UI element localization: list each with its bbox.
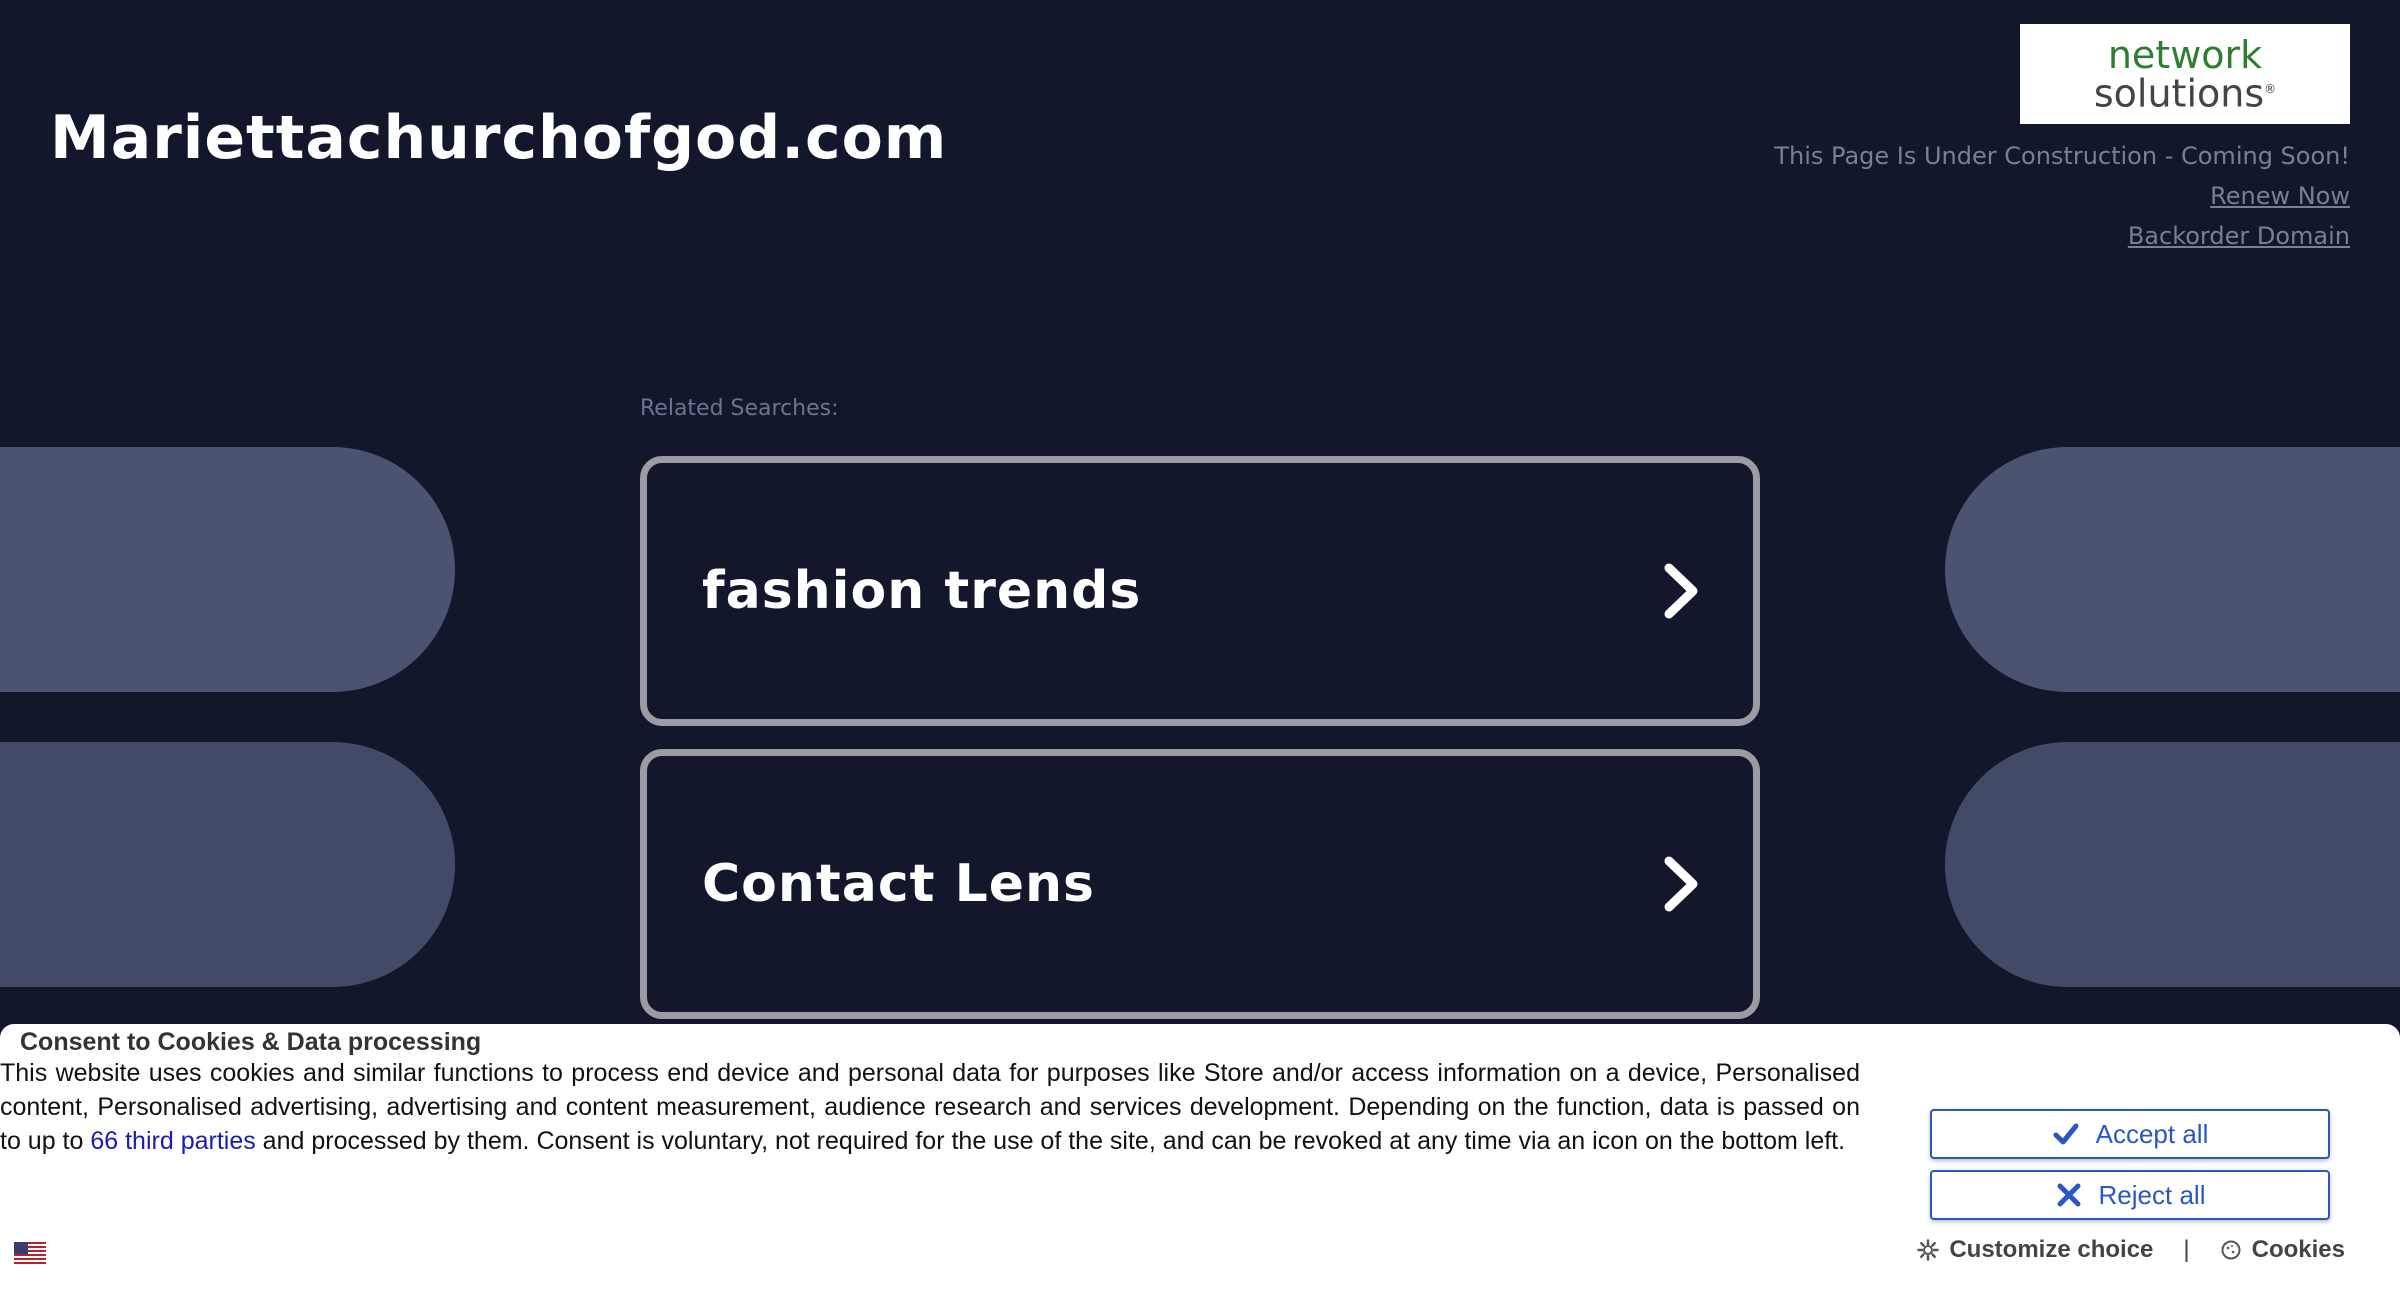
reject-all-button[interactable]: Reject all bbox=[1930, 1170, 2330, 1220]
site-title: Mariettachurchofgod.com bbox=[50, 103, 948, 173]
related-searches-label: Related Searches: bbox=[640, 396, 839, 421]
checkmark-icon bbox=[2053, 1123, 2079, 1145]
related-search-label: Contact Lens bbox=[702, 854, 1096, 914]
backorder-domain-link[interactable]: Backorder Domain bbox=[1774, 216, 2350, 256]
us-flag-icon[interactable] bbox=[14, 1242, 46, 1264]
cookies-label: Cookies bbox=[2251, 1236, 2345, 1263]
cookies-link[interactable]: Cookies bbox=[2220, 1236, 2345, 1264]
customize-choice-link[interactable]: Customize choice bbox=[1917, 1236, 2153, 1264]
consent-text-part2: and processed by them. Consent is volunt… bbox=[255, 1127, 1846, 1155]
consent-description: This website uses cookies and similar fu… bbox=[0, 1056, 1860, 1158]
construction-status-text: This Page Is Under Construction - Coming… bbox=[1774, 142, 2350, 170]
accept-all-button[interactable]: Accept all bbox=[1930, 1109, 2330, 1159]
customize-choice-label: Customize choice bbox=[1949, 1236, 2154, 1263]
footer-separator: | bbox=[2183, 1236, 2190, 1263]
logo-line-solutions: solutions® bbox=[2094, 72, 2277, 112]
gear-icon bbox=[1917, 1239, 1940, 1261]
close-icon bbox=[2057, 1183, 2081, 1207]
logo-line-network: network bbox=[2107, 32, 2263, 77]
cookie-icon bbox=[2221, 1240, 2241, 1260]
renew-now-link[interactable]: Renew Now bbox=[1774, 176, 2350, 216]
accept-all-label: Accept all bbox=[2095, 1118, 2209, 1149]
decorative-pill-right-top bbox=[1945, 447, 2400, 692]
decorative-pill-left-bottom bbox=[0, 742, 455, 987]
reject-all-label: Reject all bbox=[2098, 1179, 2206, 1210]
domain-links: This Page Is Under Construction - Coming… bbox=[1774, 136, 2350, 256]
consent-footer-links: Customize choice | Cookies bbox=[1917, 1236, 2345, 1264]
chevron-right-icon bbox=[1664, 856, 1698, 912]
logo-line-solutions-text: solutions bbox=[2093, 71, 2265, 116]
logo-registered-mark: ® bbox=[2264, 81, 2277, 96]
decorative-pill-left-top bbox=[0, 447, 455, 692]
parked-domain-page: Mariettachurchofgod.com network solution… bbox=[0, 0, 2400, 1298]
chevron-right-icon bbox=[1664, 563, 1698, 619]
related-search-fashion-trends[interactable]: fashion trends bbox=[640, 456, 1760, 726]
third-parties-link[interactable]: 66 third parties bbox=[90, 1127, 255, 1155]
related-search-contact-lens[interactable]: Contact Lens bbox=[640, 749, 1760, 1019]
network-solutions-logo[interactable]: network solutions® bbox=[2020, 24, 2350, 124]
consent-title: Consent to Cookies & Data processing bbox=[20, 1028, 482, 1056]
related-search-label: fashion trends bbox=[702, 561, 1142, 621]
decorative-pill-right-bottom bbox=[1945, 742, 2400, 987]
